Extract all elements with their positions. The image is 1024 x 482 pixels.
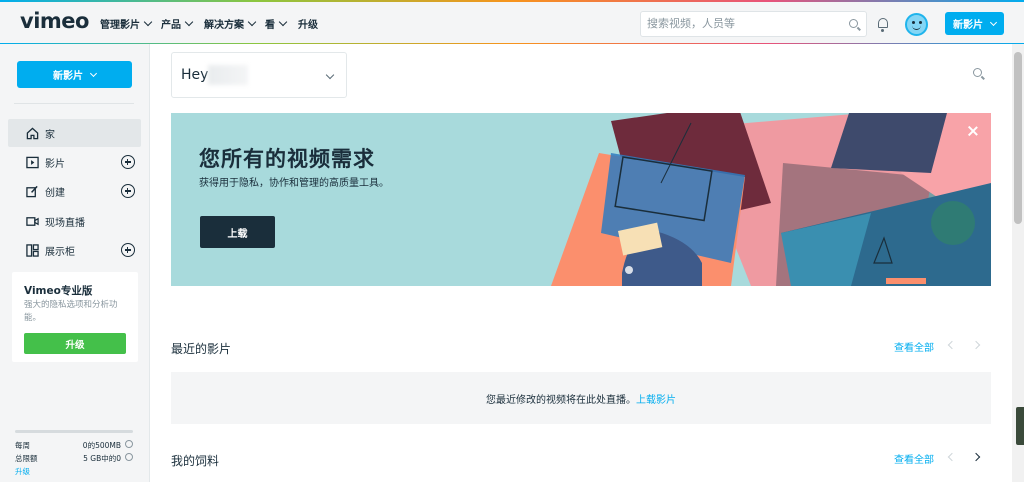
new-video-label: 新影片 <box>953 20 983 31</box>
nav-manage-videos[interactable]: 管理影片 <box>100 16 153 31</box>
banner-illustration <box>541 113 991 286</box>
redacted-name <box>208 65 248 85</box>
new-video-button[interactable]: 新影片 <box>945 12 1004 35</box>
next-arrow-icon[interactable] <box>971 452 981 462</box>
banner-subtitle: 获得用于隐私，协作和管理的高质量工具。 <box>199 178 389 189</box>
sidebar-item-label: 展示柜 <box>45 246 75 258</box>
recent-videos-empty-state: 您最近修改的视频将在此处直播。上载影片 <box>171 372 991 424</box>
search-input[interactable] <box>647 17 837 30</box>
sidebar-item-label: 影片 <box>45 158 65 170</box>
extension-tab[interactable] <box>1016 407 1024 445</box>
chevron-down-icon <box>325 70 335 80</box>
home-icon <box>26 127 39 139</box>
next-arrow-icon[interactable] <box>971 340 981 350</box>
nav-label: 产品 <box>161 20 181 31</box>
search-box[interactable] <box>640 11 867 37</box>
top-navigation: vimeo 管理影片 产品 解决方案 看 升级 新影片 <box>0 0 1024 44</box>
total-value: 5 GB中的0 <box>83 454 121 463</box>
chevron-down-icon <box>89 69 98 77</box>
chevron-down-icon <box>989 18 998 26</box>
nav-label: 看 <box>265 20 275 31</box>
team-title: Hey <box>181 67 209 83</box>
add-video-icon[interactable] <box>121 155 135 169</box>
livestream-icon <box>26 216 39 226</box>
recent-see-all-link[interactable]: 查看全部 <box>894 339 934 354</box>
sidebar-item-label: 创建 <box>45 187 65 199</box>
notification-bell-icon[interactable] <box>878 18 888 32</box>
scrollbar-thumb[interactable] <box>1014 52 1022 224</box>
nav-label: 解决方案 <box>204 20 244 31</box>
chevron-down-icon <box>247 17 257 26</box>
new-video-label: 新影片 <box>53 71 83 82</box>
sidebar-item-label: 现场直播 <box>45 217 85 229</box>
sidebar-item-create[interactable]: 创建 <box>8 177 141 205</box>
my-feed-title: 我的饲料 <box>171 454 220 468</box>
chevron-down-icon <box>278 17 288 26</box>
upload-button[interactable]: 上载 <box>200 216 275 248</box>
storage-usage-bar <box>15 430 133 433</box>
pro-title: Vimeo专业版 <box>24 285 93 297</box>
empty-message: 您最近修改的视频将在此处直播。上载影片 <box>171 391 991 406</box>
nav-products[interactable]: 产品 <box>161 16 194 31</box>
banner-title: 您所有的视频需求 <box>199 147 375 171</box>
chevron-down-icon <box>143 17 153 26</box>
nav-upgrade[interactable]: 升级 <box>298 16 318 31</box>
weekly-usage: 每周 0的500MB <box>15 440 133 451</box>
prev-arrow-icon[interactable] <box>947 340 957 350</box>
chevron-down-icon <box>184 17 194 26</box>
upload-video-link[interactable]: 上载影片 <box>636 395 676 406</box>
total-usage: 总限额 5 GB中的0 <box>15 453 133 464</box>
avatar[interactable] <box>905 13 928 36</box>
search-icon[interactable] <box>973 68 982 77</box>
info-icon[interactable] <box>125 440 133 448</box>
divider <box>14 103 134 104</box>
search-icon[interactable] <box>849 19 858 28</box>
sidebar-item-showcase[interactable]: 展示柜 <box>8 236 141 264</box>
feed-see-all-link[interactable]: 查看全部 <box>894 451 934 466</box>
upgrade-button[interactable]: 升级 <box>24 333 126 354</box>
usage-upgrade-link[interactable]: 升级 <box>15 466 133 477</box>
add-create-icon[interactable] <box>121 184 135 198</box>
close-icon[interactable] <box>967 125 979 137</box>
pro-upsell-card: Vimeo专业版 强大的隐私选项和分析功能。 升级 <box>12 272 138 362</box>
vimeo-logo[interactable]: vimeo <box>20 9 89 33</box>
weekly-label: 每周 <box>15 441 30 450</box>
nav-label: 升级 <box>298 20 318 31</box>
nav-label: 管理影片 <box>100 20 140 31</box>
nav-solutions[interactable]: 解决方案 <box>204 16 257 31</box>
empty-message-text: 您最近修改的视频将在此处直播。 <box>486 395 636 406</box>
total-label: 总限额 <box>15 454 38 463</box>
add-showcase-icon[interactable] <box>121 243 135 257</box>
recent-videos-title: 最近的影片 <box>171 342 232 356</box>
sidebar-item-label: 家 <box>45 129 55 141</box>
showcase-icon <box>26 243 39 257</box>
sidebar-item-videos[interactable]: 影片 <box>8 148 141 176</box>
info-icon[interactable] <box>125 453 133 461</box>
create-icon <box>26 185 38 197</box>
prev-arrow-icon[interactable] <box>947 452 957 462</box>
sidebar-item-home[interactable]: 家 <box>8 119 141 147</box>
video-icon <box>26 156 39 168</box>
team-selector[interactable]: Hey <box>171 52 347 98</box>
sidebar: 新影片 家 影片 创建 现场直播 展示柜 Vimeo专业版 强大的隐私选项和分析… <box>0 44 150 482</box>
promo-banner: 您所有的视频需求 获得用于隐私，协作和管理的高质量工具。 上载 <box>171 113 991 286</box>
nav-watch[interactable]: 看 <box>265 16 288 31</box>
pro-description: 强大的隐私选项和分析功能。 <box>24 300 118 323</box>
sidebar-item-livestream[interactable]: 现场直播 <box>8 207 141 235</box>
weekly-value: 0的500MB <box>82 441 121 450</box>
sidebar-new-video-button[interactable]: 新影片 <box>17 61 132 88</box>
